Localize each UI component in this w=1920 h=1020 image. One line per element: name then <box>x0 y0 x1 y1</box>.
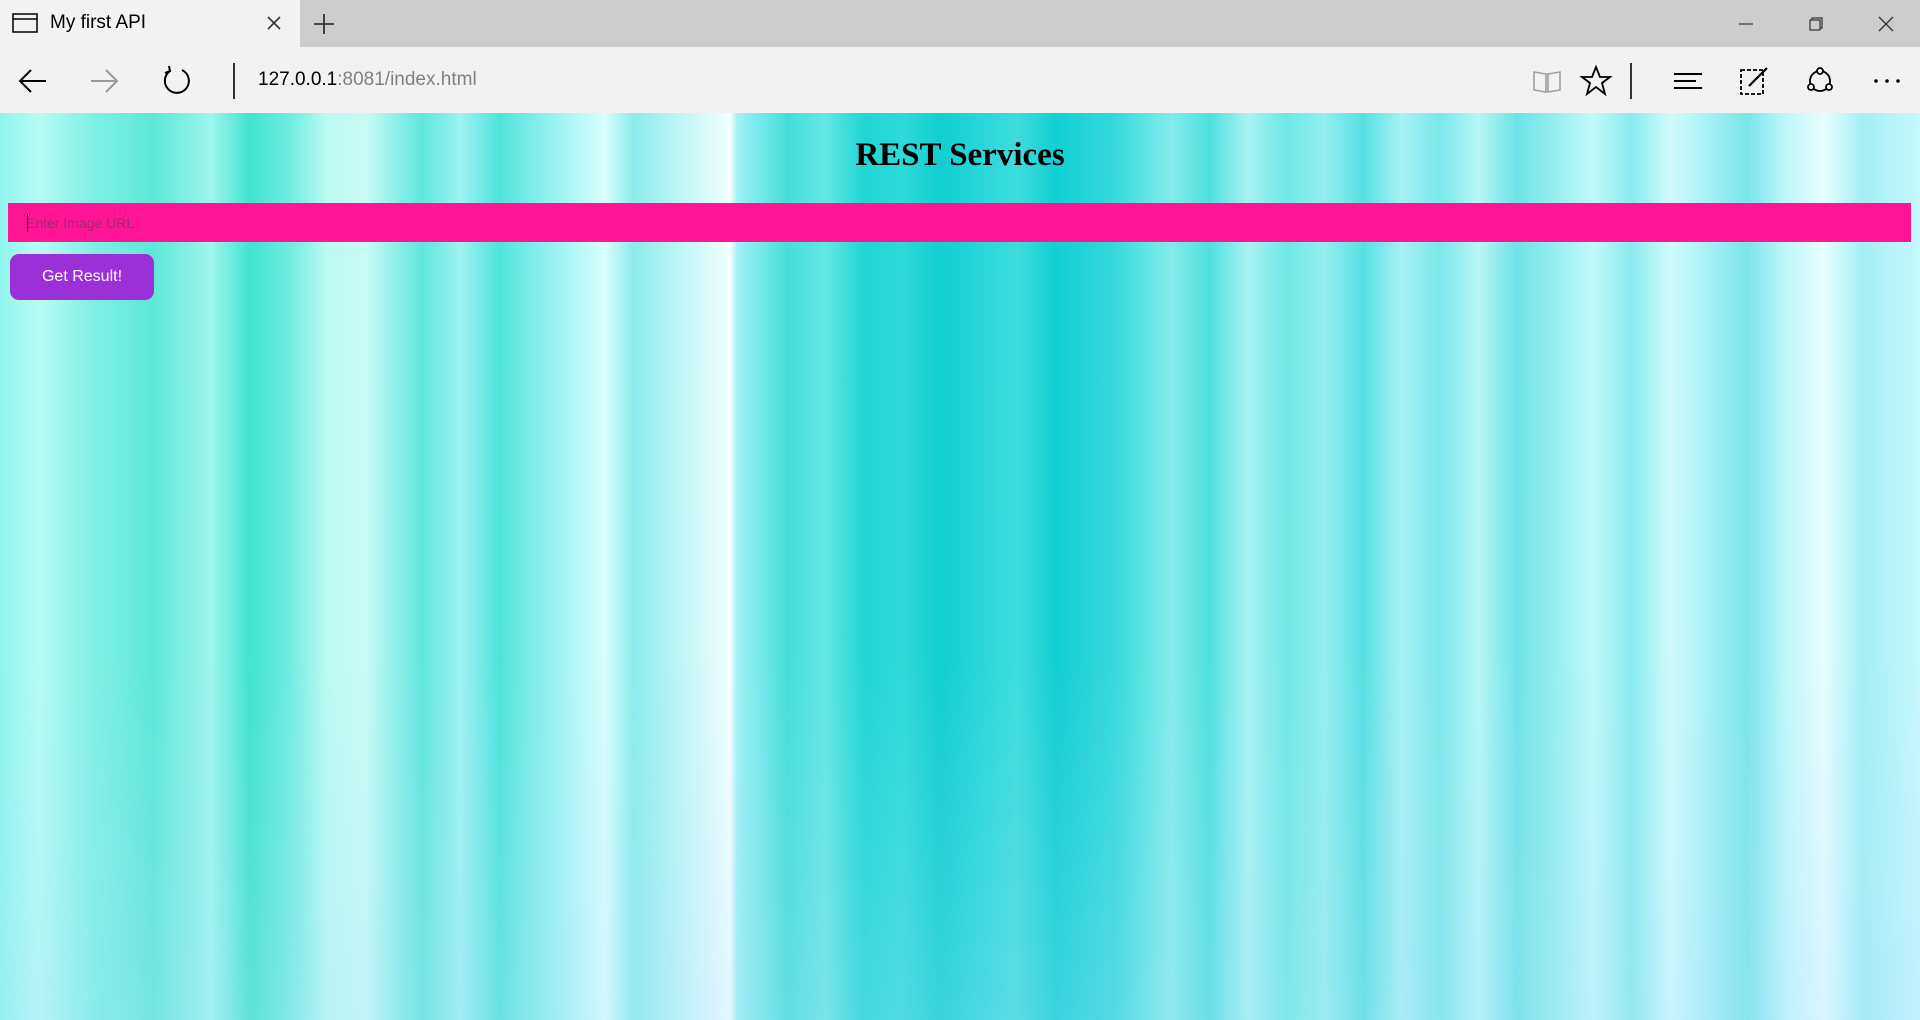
address-bar[interactable]: 127.0.0.1:8081/index.html <box>258 69 477 91</box>
divider <box>233 63 235 99</box>
minimize-icon <box>1739 22 1753 25</box>
tab-title: My first API <box>50 12 147 33</box>
share-icon[interactable] <box>1803 64 1837 98</box>
minimize-button[interactable] <box>1712 0 1780 47</box>
forward-arrow-icon[interactable] <box>87 64 121 98</box>
get-result-button[interactable]: Get Result! <box>10 254 154 300</box>
close-icon <box>1878 16 1894 31</box>
restore-icon <box>1809 16 1823 31</box>
page-icon <box>12 13 38 33</box>
navigation-bar: 127.0.0.1:8081/index.html <box>0 47 1920 113</box>
address-path: :8081/index.html <box>337 69 477 90</box>
refresh-icon[interactable] <box>160 64 194 98</box>
more-options-icon[interactable] <box>1870 64 1904 98</box>
reading-view-icon[interactable] <box>1530 64 1564 98</box>
back-arrow-icon[interactable] <box>16 64 50 98</box>
favorite-star-icon[interactable] <box>1579 64 1613 98</box>
page-title: REST Services <box>855 137 1065 173</box>
image-url-input[interactable] <box>8 203 1911 242</box>
close-window-button[interactable] <box>1852 0 1920 47</box>
divider <box>1630 63 1632 99</box>
restore-button[interactable] <box>1782 0 1850 47</box>
web-note-icon[interactable] <box>1737 64 1771 98</box>
text-caret <box>27 214 28 232</box>
title-bar: My first API <box>0 0 1920 47</box>
new-tab-icon[interactable] <box>312 12 336 36</box>
address-host: 127.0.0.1 <box>258 69 338 90</box>
browser-tab[interactable]: My first API <box>0 0 300 47</box>
page-content: REST Services Get Result! <box>0 113 1920 1020</box>
close-tab-icon[interactable] <box>263 12 285 34</box>
hub-icon[interactable] <box>1671 64 1705 98</box>
